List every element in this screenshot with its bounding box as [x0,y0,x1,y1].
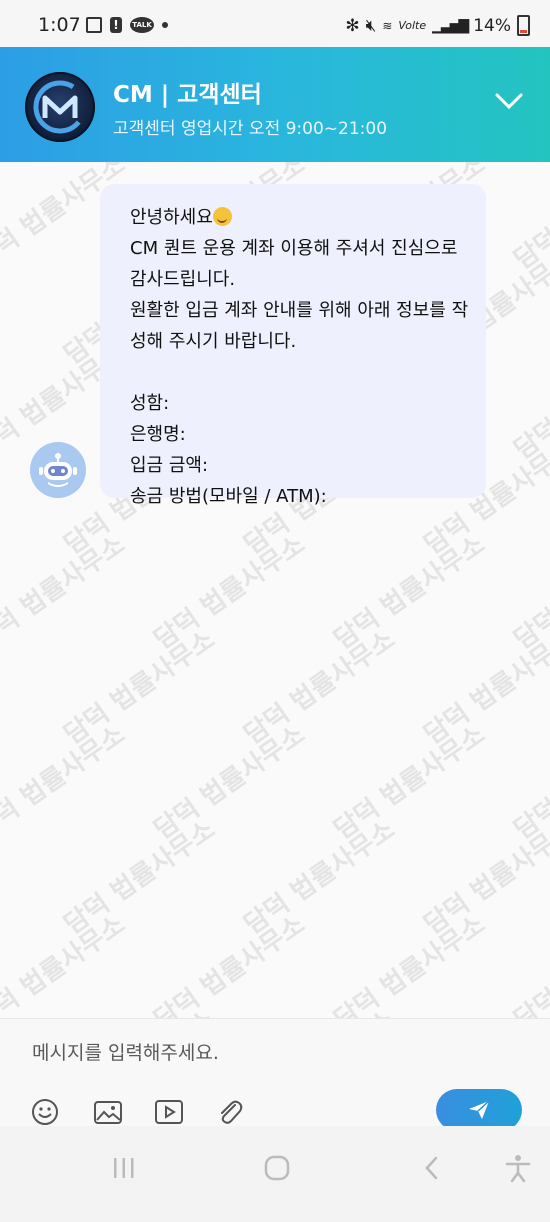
watermark-text: 담덕 법률사무소 [55,1000,221,1018]
watermark-text: 담덕 법률사무소 [0,909,131,1018]
watermark-text: 담덕 법률사무소 [0,529,131,656]
header-title: CM | 고객센터 [113,82,262,108]
recent-apps-icon[interactable] [104,1148,144,1188]
wifi-icon: ≋ [382,18,393,33]
emoji-icon[interactable] [30,1097,60,1127]
watermark-text: 담덕 법률사무소 [415,1000,550,1018]
cm-logo [25,72,95,142]
notification-icons: ! TALK [86,17,168,33]
bluetooth-icon: ✻ [345,15,360,36]
alert-icon: ! [110,17,122,33]
form-field-label: 성함: [130,393,170,414]
message-line: 성해 주시기 바랍니다. [130,331,297,352]
watermark-text: 담덕 법률사무소 [508,910,550,1018]
volte-icon: Volte [398,19,427,32]
back-icon[interactable] [412,1148,452,1188]
system-icons: ✻ 🔇︎ ≋ Volte ▁▃▅▇ 14% [345,15,530,36]
bot-message-bubble: 안녕하세요 CM 퀀트 운용 계좌 이용해 주셔서 진심으로 감사드립니다. 원… [100,184,486,507]
message-line: 원활한 입금 계좌 안내를 위해 아래 정보를 작 [130,300,469,321]
watermark-text: 담덕 법률사무소 [238,814,401,941]
talk-icon: TALK [130,17,154,33]
watermark-text: 담덕 법률사무소 [328,529,491,656]
watermark-text: 담덕 법률사무소 [328,909,491,1018]
business-hours: 고객센터 영업시간 오전 9:00~21:00 [113,119,388,139]
watermark-text: 담덕 법률사무소 [238,624,401,751]
battery-icon [517,15,530,36]
robot-icon [39,453,77,487]
video-icon[interactable] [154,1097,184,1127]
mute-icon: 🔇︎ [365,15,377,36]
status-time: 1:07 [38,14,81,36]
message-line: 감사드립니다. [130,269,236,290]
watermark-text: 담덕 법률사무소 [418,624,550,751]
bot-avatar [30,442,86,498]
attach-icon[interactable] [215,1097,245,1127]
form-field-label: 송금 방법(모바일 / ATM): [130,486,327,507]
message-line: CM 퀀트 운용 계좌 이용해 주셔서 진심으로 [130,238,458,259]
watermark-text: 담덕 법률사무소 [148,909,311,1018]
message-input[interactable] [30,1037,514,1069]
message-spacer [130,357,470,388]
watermark-text: 담덕 법률사무소 [508,340,550,466]
watermark-text: 담덕 법률사무소 [58,624,221,751]
watermark-text: 담덕 법률사무소 [508,162,550,276]
watermark-text: 담덕 법률사무소 [235,1000,401,1018]
image-icon [86,17,102,33]
watermark-text: 담덕 법률사무소 [508,720,550,846]
watermark-text: 담덕 법률사무소 [328,719,491,846]
status-bar: 1:07 ! TALK ✻ 🔇︎ ≋ Volte ▁▃▅▇ 14% [0,0,550,50]
watermark-text: 담덕 법률사무소 [508,530,550,656]
watermark-text: 담덕 법률사무소 [148,529,311,656]
dot-icon [162,22,168,28]
smile-emoji-icon [212,207,232,226]
watermark-text: 담덕 법률사무소 [0,719,131,846]
signal-icon: ▁▃▅▇ [432,17,469,34]
chat-header: CM | 고객센터 고객센터 영업시간 오전 9:00~21:00 [0,47,550,162]
message-composer [0,1018,550,1131]
form-field-label: 은행명: [130,424,186,445]
battery-percent: 14% [473,15,511,36]
chevron-down-icon[interactable] [494,90,524,112]
chat-area[interactable]: 담덕 법률사무소담덕 법률사무소담덕 법률사무소담덕 법률사무소담덕 법률사무소… [0,162,550,1018]
greeting-text: 안녕하세요 [130,207,213,228]
send-icon [469,1100,490,1119]
accessibility-icon[interactable] [498,1148,538,1188]
home-icon[interactable] [257,1148,297,1188]
watermark-text: 담덕 법률사무소 [418,814,550,941]
image-icon[interactable] [93,1097,123,1127]
form-field-label: 입금 금액: [130,455,209,476]
watermark-text: 담덕 법률사무소 [148,719,311,846]
watermark-text: 담덕 법률사무소 [58,814,221,941]
system-nav-bar [0,1126,550,1222]
send-button[interactable] [436,1089,522,1131]
